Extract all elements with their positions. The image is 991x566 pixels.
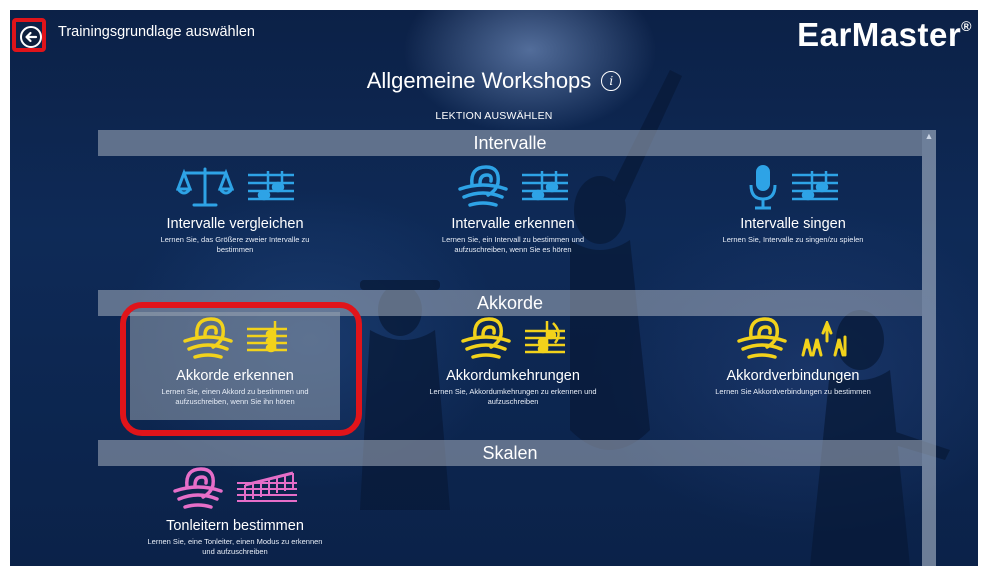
info-icon[interactable]: i: [601, 71, 622, 91]
tile-intervals-sing[interactable]: Intervalle singen Lernen Sie, Intervalle…: [688, 160, 898, 268]
tile-name: Intervalle erkennen: [451, 216, 575, 232]
tile-chords-progressions[interactable]: Akkordverbindungen Lernen Sie Akkordverb…: [688, 312, 898, 420]
tile-name: Intervalle vergleichen: [166, 216, 304, 232]
ear-icon: [737, 317, 787, 359]
ear-icon: [183, 317, 233, 359]
tile-description: Lernen Sie, Akkordumkehrungen zu erkenne…: [429, 387, 597, 406]
tile-icons: [688, 160, 898, 214]
tile-name: Akkordverbindungen: [726, 368, 860, 384]
scale-notes-icon: [237, 471, 297, 502]
tile-name: Intervalle singen: [740, 216, 846, 232]
tile-icons: [408, 312, 618, 366]
lesson-list: Intervalle Intervalle vergleichen Lernen…: [98, 130, 936, 566]
page-title: Allgemeine Workshops i: [10, 68, 978, 94]
tile-icons: [408, 160, 618, 214]
chord-staff-icon: [247, 321, 287, 353]
tile-description: Lernen Sie, Intervalle zu singen/zu spie…: [722, 235, 864, 244]
staff-notes-icon: [792, 171, 838, 201]
tile-chords-inversions[interactable]: Akkordumkehrungen Lernen Sie, Akkordumke…: [408, 312, 618, 420]
tile-name: Tonleitern bestimmen: [166, 518, 304, 534]
scale-icon: [176, 167, 234, 207]
tile-description: Lernen Sie Akkordverbindungen zu bestimm…: [715, 387, 871, 396]
page-title-text: Allgemeine Workshops: [366, 68, 592, 93]
page-subtitle: LEKTION AUSWÄHLEN: [435, 110, 553, 122]
logo-text: EarMaster: [797, 16, 962, 53]
arrow-left-icon: [25, 31, 38, 43]
ear-icon: [173, 467, 223, 509]
list-scrollbar[interactable]: ▲: [922, 130, 936, 566]
tile-scales-identify[interactable]: Tonleitern bestimmen Lernen Sie, eine To…: [130, 462, 340, 566]
tile-intervals-recognize[interactable]: Intervalle erkennen Lernen Sie, ein Inte…: [408, 160, 618, 268]
tile-chords-recognize[interactable]: Akkorde erkennen Lernen Sie, einen Akkor…: [130, 312, 340, 420]
tile-icons: [130, 312, 340, 366]
back-button[interactable]: [20, 26, 42, 48]
tile-description: Lernen Sie, ein Intervall zu bestimmen u…: [441, 235, 585, 254]
tile-icons: [130, 160, 340, 214]
tile-icons: [130, 462, 340, 516]
chord-progression-icon: [801, 321, 847, 357]
tile-name: Akkorde erkennen: [176, 368, 294, 384]
ear-icon: [458, 165, 508, 207]
staff-notes-icon: [522, 171, 568, 201]
tile-description: Lernen Sie, eine Tonleiter, einen Modus …: [147, 537, 323, 556]
scroll-up-arrow-icon[interactable]: ▲: [922, 130, 936, 142]
tile-description: Lernen Sie, das Größere zweier Intervall…: [160, 235, 310, 254]
ear-icon: [461, 317, 511, 359]
tile-icons: [688, 312, 898, 366]
tile-intervals-compare[interactable]: Intervalle vergleichen Lernen Sie, das G…: [130, 160, 340, 268]
tile-name: Akkordumkehrungen: [446, 368, 580, 384]
breadcrumb: Trainingsgrundlage auswählen: [58, 24, 255, 40]
logo-registered-mark: ®: [961, 18, 972, 34]
section-header-intervals: Intervalle: [98, 130, 922, 156]
earmaster-logo: EarMaster®: [797, 16, 972, 54]
microphone-icon: [749, 165, 777, 210]
tile-description: Lernen Sie, einen Akkord zu bestimmen un…: [161, 387, 309, 406]
staff-notes-icon: [248, 171, 294, 201]
chord-inversion-icon: [525, 321, 565, 354]
app-window: Trainingsgrundlage auswählen EarMaster® …: [10, 10, 978, 566]
